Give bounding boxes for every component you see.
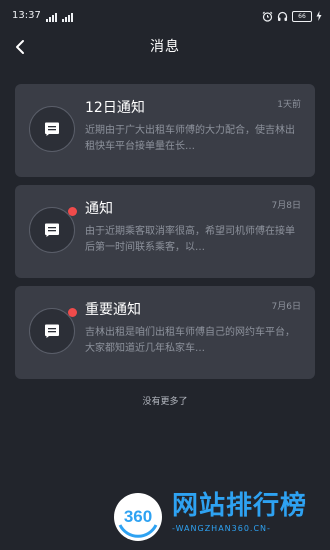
status-right: 66 <box>262 10 322 22</box>
battery-icon: 66 <box>292 10 312 22</box>
status-bar: 13:37 66 <box>0 0 330 32</box>
watermark-logo: 360 <box>114 493 162 541</box>
signal-icon <box>62 12 73 22</box>
lightning-icon <box>316 11 322 21</box>
watermark-sub: -WANGZHAN360.CN- <box>172 524 271 533</box>
header: 消息 <box>0 32 330 62</box>
message-title: 重要通知 <box>85 302 141 318</box>
message-icon-badge <box>29 308 77 354</box>
message-card[interactable]: 12日通知 1天前 近期由于广大出租车师傅的大力配合，使吉林出租快车平台接单量在… <box>15 84 315 177</box>
message-preview: 由于近期乘客取消率很高，希望司机师傅在接单后第一时间联系乘客，以… <box>85 226 295 253</box>
alarm-clock-icon <box>262 11 273 22</box>
message-bubble-icon <box>45 122 59 136</box>
no-more-text: 没有更多了 <box>142 397 188 407</box>
page-title: 消息 <box>150 39 180 55</box>
signal-icons <box>46 10 73 22</box>
watermark-main: 网站排行榜 <box>172 491 308 521</box>
message-title: 12日通知 <box>85 100 145 116</box>
headphones-icon <box>277 11 288 21</box>
message-bubble-icon <box>45 324 59 338</box>
message-bubble-icon <box>45 223 59 237</box>
message-card[interactable]: 通知 7月8日 由于近期乘客取消率很高，希望司机师傅在接单后第一时间联系乘客，以… <box>15 185 315 278</box>
watermark-number: 360 <box>124 507 152 526</box>
watermark: 360 网站排行榜 -WANGZHAN360.CN- <box>112 488 328 546</box>
message-icon-badge <box>29 207 77 253</box>
message-time: 7月6日 <box>271 302 301 312</box>
message-icon-badge <box>29 106 75 152</box>
message-time: 1天前 <box>277 100 301 110</box>
message-title: 通知 <box>85 201 113 217</box>
signal-icon <box>46 12 57 22</box>
unread-dot <box>68 207 77 216</box>
message-preview: 近期由于广大出租车师傅的大力配合，使吉林出租快车平台接单量在长… <box>85 125 295 152</box>
message-preview: 吉林出租是咱们出租车师傅自己的网约车平台，大家都知道近几年私家车… <box>85 327 295 354</box>
message-card[interactable]: 重要通知 7月6日 吉林出租是咱们出租车师傅自己的网约车平台，大家都知道近几年私… <box>15 286 315 379</box>
unread-dot <box>68 308 77 317</box>
message-time: 7月8日 <box>271 201 301 211</box>
status-time: 13:37 <box>12 10 41 21</box>
